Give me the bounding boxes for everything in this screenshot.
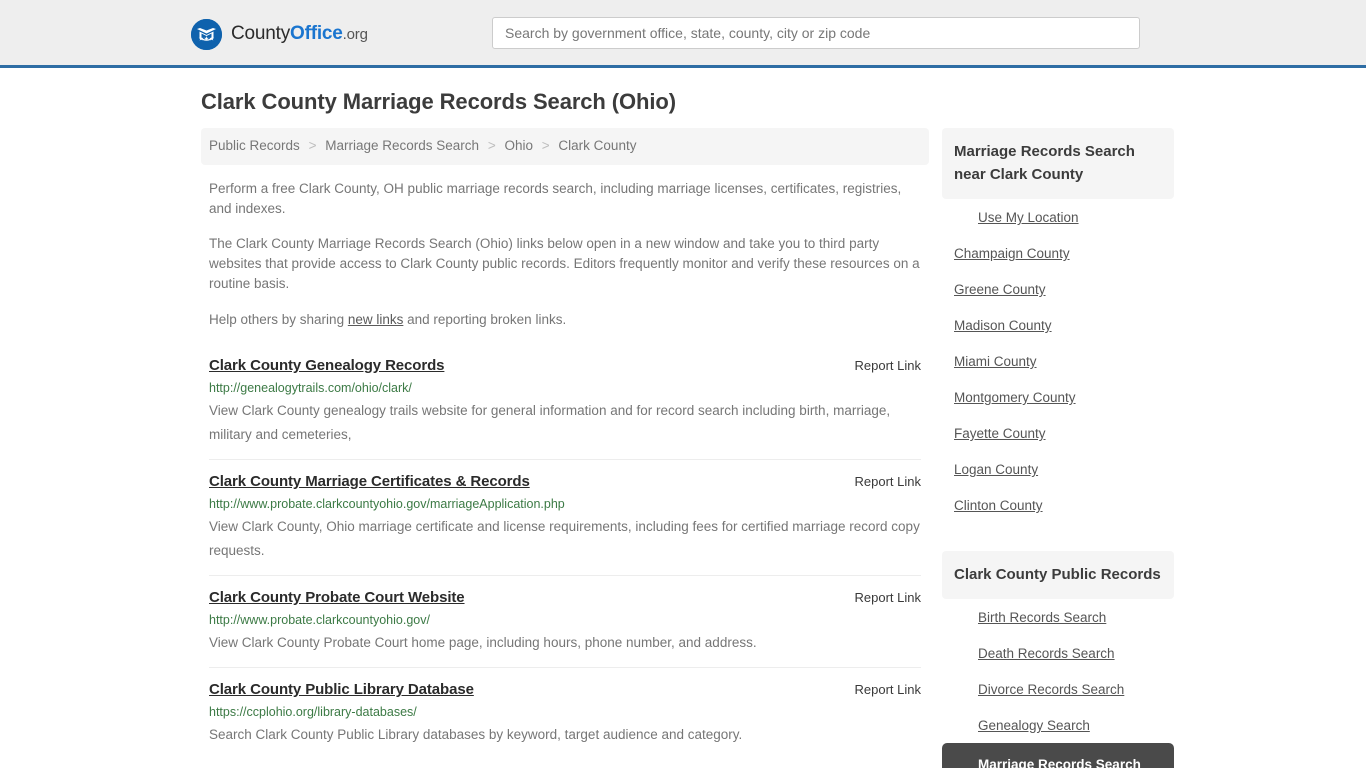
sidebar-item-miami-county[interactable]: Miami County — [942, 343, 1174, 379]
sidebar-nearby-list: Use My Location Champaign County Greene … — [942, 199, 1174, 523]
result-title-link[interactable]: Clark County Probate Court Website — [209, 589, 465, 606]
breadcrumb-separator: > — [487, 138, 496, 153]
intro-paragraph-1: Perform a free Clark County, OH public m… — [209, 181, 902, 216]
list-item: Montgomery County — [942, 379, 1174, 415]
sidebar-item-montgomery-county[interactable]: Montgomery County — [942, 379, 1174, 415]
list-item: Madison County — [942, 307, 1174, 343]
list-item: Greene County — [942, 271, 1174, 307]
result-description: View Clark County genealogy trails websi… — [209, 403, 891, 442]
list-item: Clark County Marriage Certificates & Rec… — [209, 459, 921, 575]
logo-word-county: County — [231, 23, 291, 44]
list-item: Fayette County — [942, 415, 1174, 451]
sidebar-item-divorce-records-search[interactable]: Divorce Records Search — [942, 671, 1174, 707]
result-url[interactable]: http://www.probate.clarkcountyohio.gov/m… — [209, 496, 921, 512]
result-url[interactable]: https://ccplohio.org/library-databases/ — [209, 704, 921, 720]
report-link-button[interactable]: Report Link — [839, 474, 921, 489]
help-suffix-text: and reporting broken links. — [403, 312, 567, 327]
report-link-button[interactable]: Report Link — [839, 682, 921, 697]
result-title-link[interactable]: Clark County Public Library Database — [209, 681, 474, 698]
sidebar-item-genealogy-search[interactable]: Genealogy Search — [942, 707, 1174, 743]
report-link-button[interactable]: Report Link — [839, 590, 921, 605]
list-item: Divorce Records Search — [942, 671, 1174, 707]
help-prefix-text: Help others by sharing — [209, 312, 348, 327]
logo-word-office: Office — [290, 23, 343, 44]
list-item: Champaign County — [942, 235, 1174, 271]
site-header: ★★★ CountyOffice.org — [0, 0, 1366, 68]
sidebar-item-madison-county[interactable]: Madison County — [942, 307, 1174, 343]
site-logo[interactable]: ★★★ CountyOffice.org — [191, 18, 368, 50]
logo-word-org: .org — [342, 26, 368, 43]
report-link-button[interactable]: Report Link — [839, 358, 921, 373]
svg-text:★★★: ★★★ — [198, 35, 214, 42]
result-url[interactable]: http://www.probate.clarkcountyohio.gov/ — [209, 612, 921, 628]
result-title-link[interactable]: Clark County Marriage Certificates & Rec… — [209, 473, 530, 490]
list-item: Miami County — [942, 343, 1174, 379]
result-title-link[interactable]: Clark County Genealogy Records — [209, 357, 445, 374]
page-title: Clark County Marriage Records Search (Oh… — [201, 89, 676, 114]
new-links-link[interactable]: new links — [348, 312, 404, 327]
search-input[interactable] — [492, 17, 1140, 49]
sidebar-item-birth-records-search[interactable]: Birth Records Search — [942, 599, 1174, 635]
intro-help-paragraph: Help others by sharing new links and rep… — [201, 310, 929, 330]
breadcrumb-item-ohio[interactable]: Ohio — [504, 138, 533, 153]
list-item: Clinton County — [942, 487, 1174, 523]
breadcrumb-item-clark-county[interactable]: Clark County — [558, 138, 636, 153]
sidebar-heading-nearby: Marriage Records Search near Clark Count… — [942, 128, 1174, 199]
breadcrumb-item-public-records[interactable]: Public Records — [209, 138, 300, 153]
eagle-shield-icon: ★★★ — [191, 18, 222, 50]
sidebar-item-clinton-county[interactable]: Clinton County — [942, 487, 1174, 523]
breadcrumb-separator: > — [541, 138, 550, 153]
sidebar-item-greene-county[interactable]: Greene County — [942, 271, 1174, 307]
list-item: Marriage Records Search — [942, 743, 1174, 768]
result-description: View Clark County Probate Court home pag… — [209, 635, 757, 650]
sidebar: Marriage Records Search near Clark Count… — [942, 128, 1174, 768]
sidebar-item-champaign-county[interactable]: Champaign County — [942, 235, 1174, 271]
sidebar-panel-nearby: Marriage Records Search near Clark Count… — [942, 128, 1174, 523]
sidebar-public-records-list: Birth Records Search Death Records Searc… — [942, 599, 1174, 768]
result-list: Clark County Genealogy Records Report Li… — [201, 347, 929, 759]
breadcrumb-separator: > — [308, 138, 317, 153]
result-url[interactable]: http://genealogytrails.com/ohio/clark/ — [209, 380, 921, 396]
sidebar-item-marriage-records-search[interactable]: Marriage Records Search — [942, 743, 1174, 768]
list-item: Clark County Genealogy Records Report Li… — [209, 347, 921, 459]
result-description: Search Clark County Public Library datab… — [209, 727, 743, 742]
intro-paragraph-2: The Clark County Marriage Records Search… — [209, 236, 920, 291]
list-item: Logan County — [942, 451, 1174, 487]
main-content: Public Records > Marriage Records Search… — [201, 128, 929, 759]
sidebar-item-death-records-search[interactable]: Death Records Search — [942, 635, 1174, 671]
list-item: Genealogy Search — [942, 707, 1174, 743]
sidebar-item-logan-county[interactable]: Logan County — [942, 451, 1174, 487]
sidebar-panel-public-records: Clark County Public Records Birth Record… — [942, 551, 1174, 768]
sidebar-heading-public-records: Clark County Public Records — [942, 551, 1174, 599]
breadcrumb-item-marriage-records-search[interactable]: Marriage Records Search — [325, 138, 479, 153]
list-item: Death Records Search — [942, 635, 1174, 671]
list-item: Birth Records Search — [942, 599, 1174, 635]
sidebar-item-use-my-location[interactable]: Use My Location — [942, 199, 1174, 235]
result-description: View Clark County, Ohio marriage certifi… — [209, 519, 920, 558]
logo-wordmark: CountyOffice.org — [231, 18, 368, 50]
list-item: Use My Location — [942, 199, 1174, 235]
sidebar-item-fayette-county[interactable]: Fayette County — [942, 415, 1174, 451]
list-item: Clark County Probate Court Website Repor… — [209, 575, 921, 667]
breadcrumb: Public Records > Marriage Records Search… — [201, 128, 929, 165]
page-body: Clark County Marriage Records Search (Oh… — [0, 68, 1366, 768]
list-item: Clark County Public Library Database Rep… — [209, 667, 921, 759]
